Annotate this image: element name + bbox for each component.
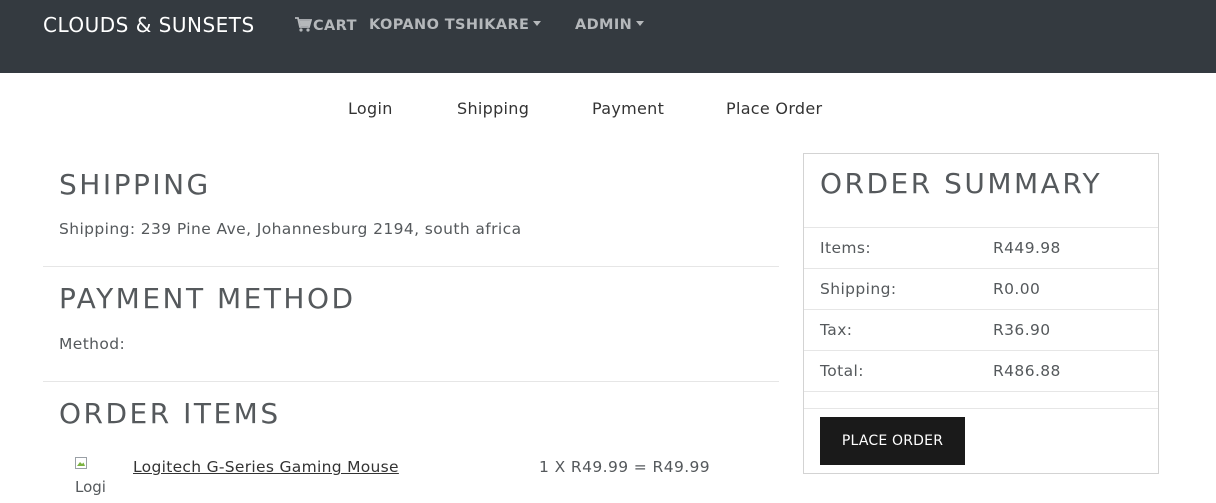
- admin-menu-dropdown[interactable]: ADMIN: [575, 17, 645, 33]
- admin-label: ADMIN: [575, 17, 633, 33]
- summary-total-label: Total:: [820, 362, 864, 380]
- summary-shipping-value: R0.00: [993, 280, 1041, 298]
- summary-shipping-label: Shipping:: [820, 280, 897, 298]
- summary-tax-label: Tax:: [820, 321, 853, 339]
- step-place-order[interactable]: Place Order: [726, 99, 822, 118]
- caret-down-icon: [533, 21, 542, 26]
- step-login[interactable]: Login: [348, 99, 393, 118]
- navbar: CLOUDS & SUNSETS CART KOPANO TSHIKARE AD…: [0, 0, 1216, 73]
- cart-link[interactable]: CART: [295, 17, 357, 36]
- order-summary-title: ORDER SUMMARY: [820, 167, 1103, 200]
- caret-down-icon: [636, 21, 645, 26]
- user-name-label: KOPANO TSHIKARE: [369, 17, 530, 33]
- place-order-button[interactable]: PLACE ORDER: [820, 417, 965, 465]
- cart-label: CART: [313, 18, 357, 34]
- product-price-calc: 1 X R49.99 = R49.99: [539, 458, 711, 476]
- divider: [804, 227, 1158, 228]
- broken-image-icon: [75, 457, 87, 469]
- summary-items-label: Items:: [820, 239, 871, 257]
- divider: [804, 391, 1158, 392]
- shipping-title: SHIPPING: [59, 168, 211, 201]
- order-items-title: ORDER ITEMS: [59, 397, 281, 430]
- divider: [804, 350, 1158, 351]
- divider: [804, 408, 1158, 409]
- payment-method-title: PAYMENT METHOD: [59, 282, 356, 315]
- order-summary-card: ORDER SUMMARY Items: R449.98 Shipping: R…: [803, 153, 1159, 474]
- brand-logo[interactable]: CLOUDS & SUNSETS: [43, 13, 255, 37]
- user-menu-dropdown[interactable]: KOPANO TSHIKARE: [369, 17, 542, 33]
- summary-items-value: R449.98: [993, 239, 1061, 257]
- payment-method-value: Method:: [59, 335, 126, 353]
- shopping-cart-icon: [295, 17, 313, 36]
- divider: [804, 309, 1158, 310]
- divider: [43, 381, 779, 382]
- summary-tax-value: R36.90: [993, 321, 1051, 339]
- summary-total-value: R486.88: [993, 362, 1061, 380]
- step-payment[interactable]: Payment: [592, 99, 664, 118]
- product-image-alt: Logi: [75, 478, 106, 496]
- step-shipping[interactable]: Shipping: [457, 99, 529, 118]
- shipping-address: Shipping: 239 Pine Ave, Johannesburg 219…: [59, 220, 522, 238]
- product-link[interactable]: Logitech G-Series Gaming Mouse: [133, 458, 399, 476]
- divider: [43, 266, 779, 267]
- product-image: Logi: [75, 457, 111, 503]
- divider: [804, 268, 1158, 269]
